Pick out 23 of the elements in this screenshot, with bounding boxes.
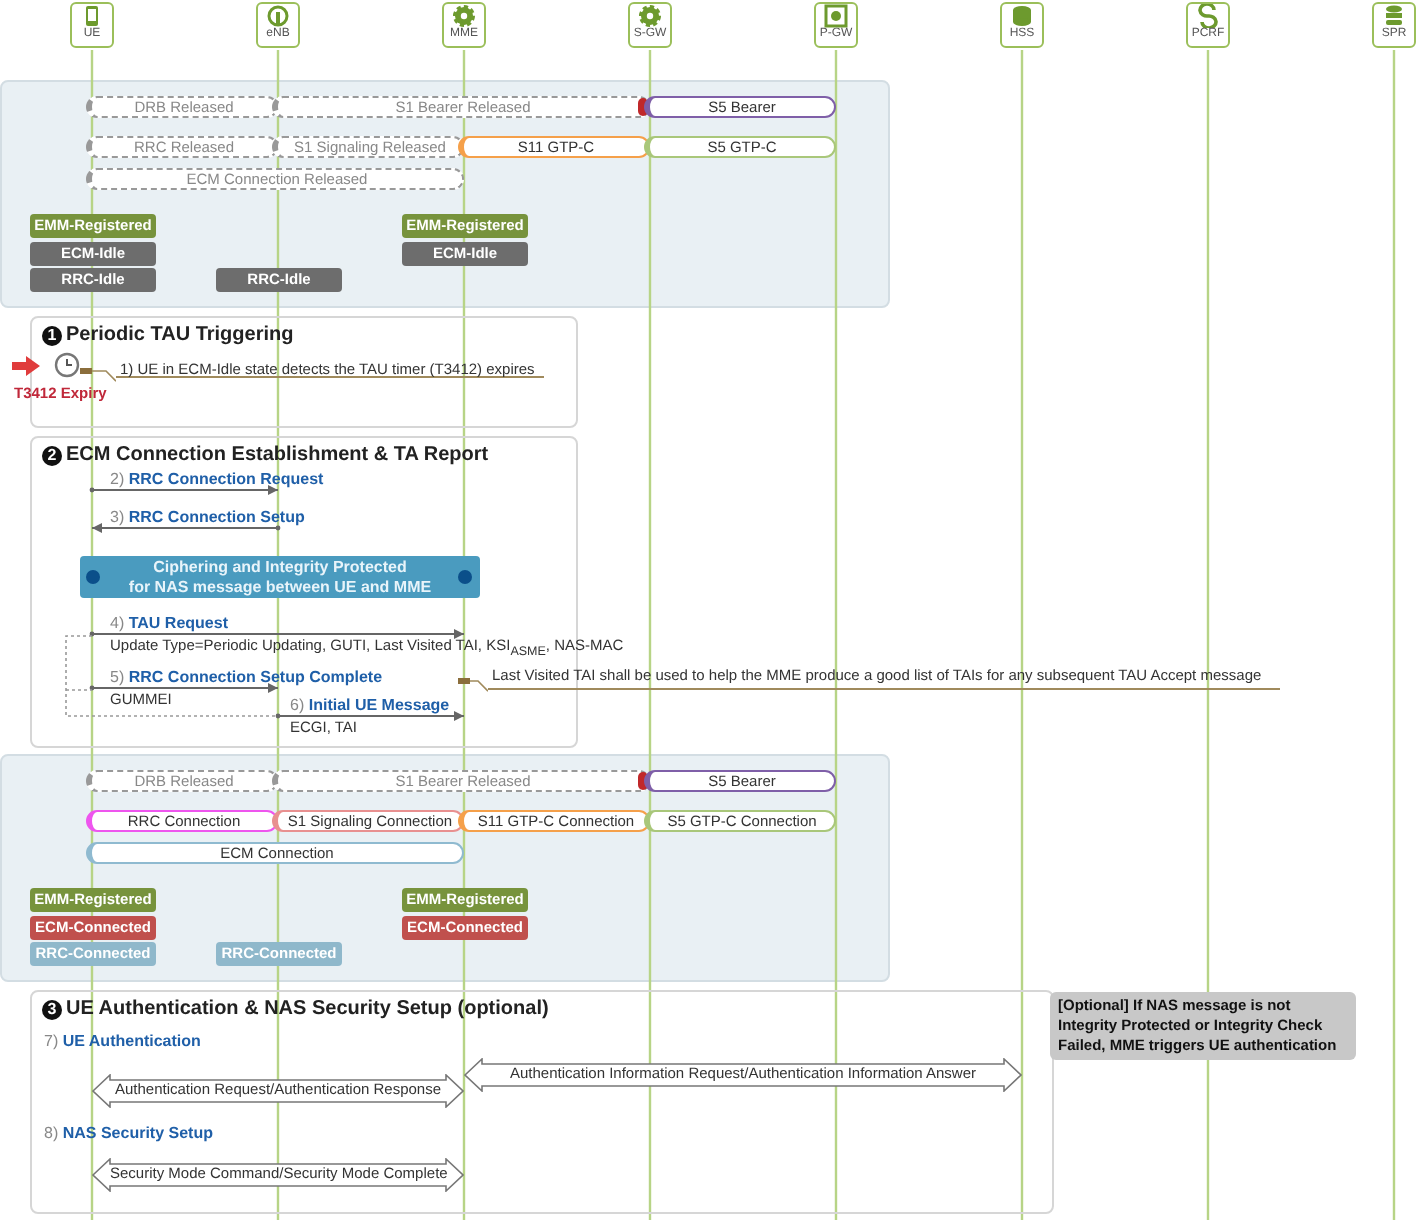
security-banner: Ciphering and Integrity Protected for NAS message between UE and MME <box>80 556 480 598</box>
message-label: 6) Initial UE Message <box>290 696 450 714</box>
message-label: 2) RRC Connection Request <box>110 470 324 488</box>
step-number: 2 <box>42 445 62 465</box>
arrow-icon <box>12 356 40 376</box>
leader-line <box>80 366 116 382</box>
step-number: 3 <box>42 999 62 1019</box>
message-label: 4) TAU Request <box>110 614 228 632</box>
message-label: 7) UE Authentication <box>44 1032 201 1050</box>
step-number: 1 <box>42 325 62 345</box>
network-icon <box>824 4 848 28</box>
swirl-icon <box>1196 4 1220 28</box>
message-label: 5) RRC Connection Setup Complete <box>110 668 383 686</box>
database-icon <box>1382 4 1406 28</box>
message-label: 8) NAS Security Setup <box>44 1124 213 1142</box>
antenna-icon <box>266 4 290 28</box>
section-title: UE Authentication & NAS Security Setup (optional) <box>66 998 549 1020</box>
message-label: 3) RRC Connection Setup <box>110 508 305 526</box>
database-icon <box>1010 4 1034 28</box>
clock-icon <box>54 352 80 378</box>
section-title: Periodic TAU Triggering <box>66 324 294 346</box>
section-title: ECM Connection Establishment & TA Report <box>66 444 489 466</box>
leader-line <box>458 676 488 692</box>
